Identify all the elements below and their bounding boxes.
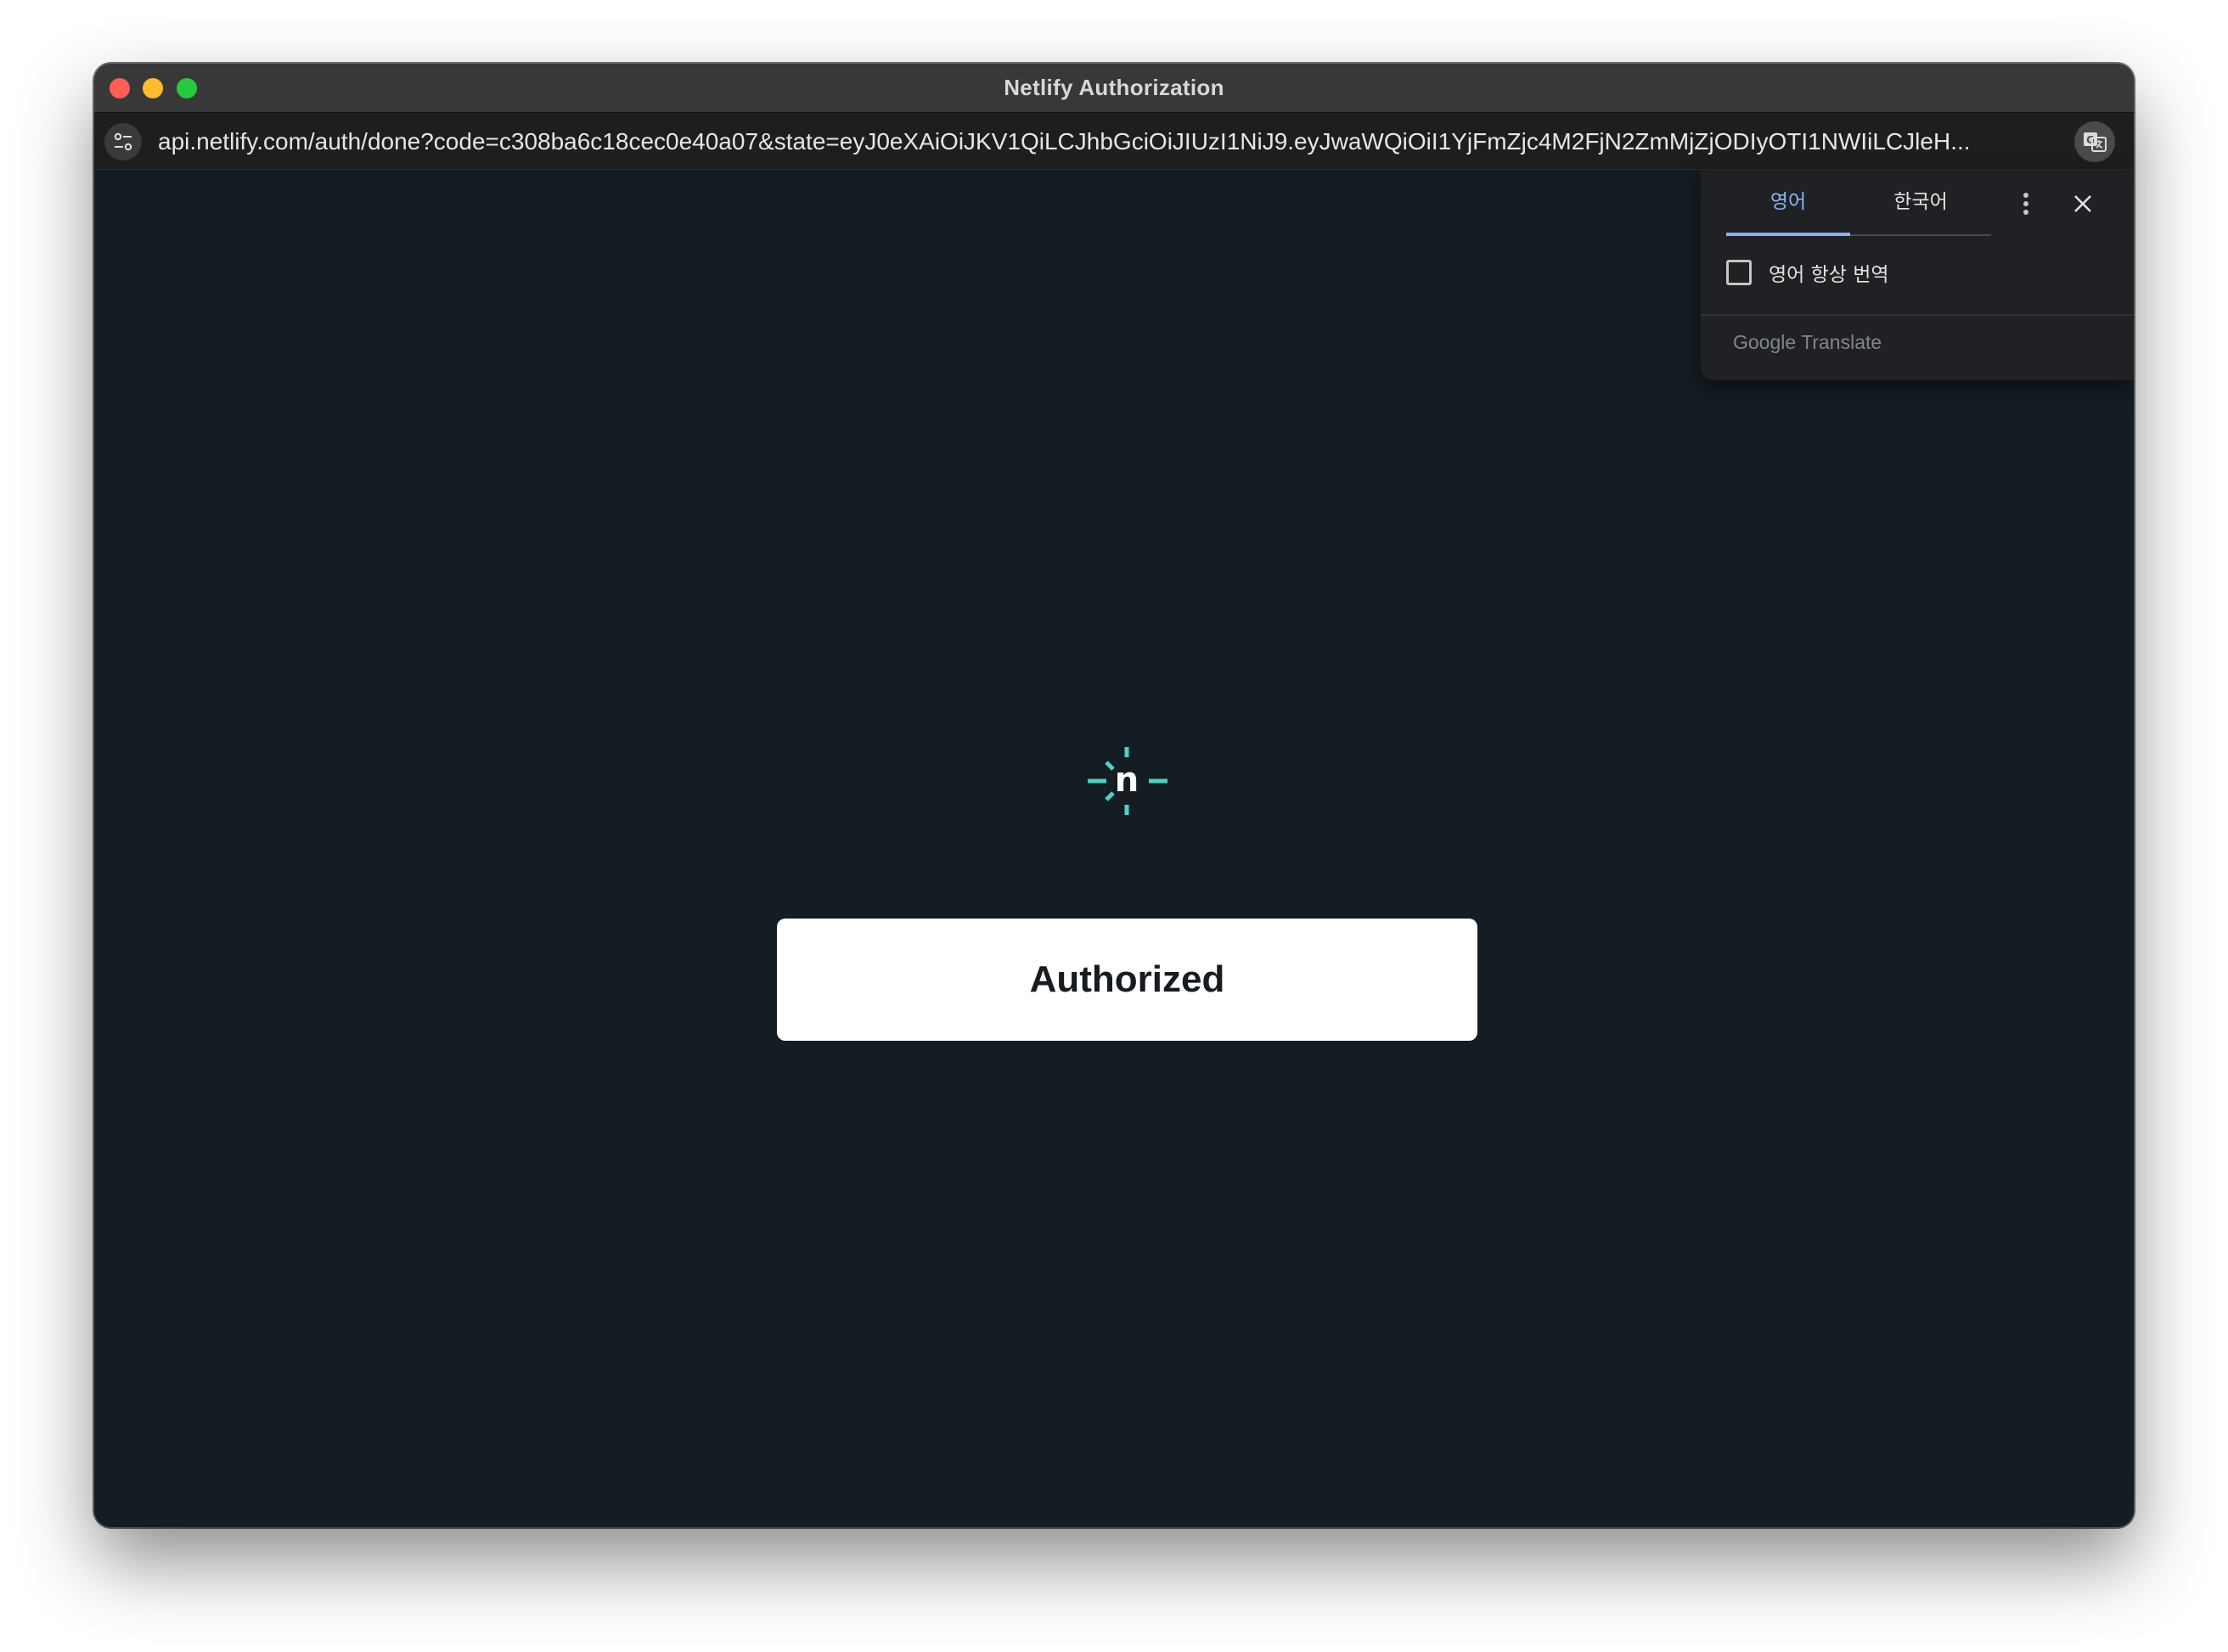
window-close-button[interactable]	[110, 78, 130, 98]
tab-target-language[interactable]: 한국어	[1850, 170, 1991, 236]
translate-popup: 영어 한국어 영어 항상 번역 Google Translate	[1701, 170, 2134, 380]
status-card: Authorized	[777, 919, 1477, 1041]
window-minimize-button[interactable]	[143, 78, 163, 98]
translate-icon[interactable]: G	[2074, 121, 2115, 162]
netlify-logo-icon: n	[1088, 747, 1167, 815]
always-translate-label: 영어 항상 번역	[1769, 264, 1889, 286]
window-maximize-button[interactable]	[177, 78, 197, 98]
title-bar: Netlify Authorization	[94, 64, 2134, 112]
close-icon[interactable]	[2068, 188, 2098, 219]
more-options-icon[interactable]	[2011, 188, 2041, 219]
svg-text:G: G	[2086, 134, 2095, 146]
url-field[interactable]: api.netlify.com/auth/done?code=c308ba6c1…	[158, 113, 1992, 171]
always-translate-checkbox[interactable]	[1726, 260, 1752, 285]
window-title: Netlify Authorization	[1004, 75, 1224, 100]
status-message: Authorized	[1029, 958, 1225, 1000]
site-info-icon[interactable]	[104, 123, 142, 160]
tab-source-language[interactable]: 영어	[1726, 170, 1850, 236]
browser-window: Netlify Authorization api.netlify.com/au…	[94, 64, 2134, 1527]
logo-letter: n	[1115, 761, 1139, 800]
address-bar: api.netlify.com/auth/done?code=c308ba6c1…	[94, 112, 2134, 170]
divider	[1701, 314, 2134, 316]
google-translate-brand: Google Translate	[1733, 331, 1882, 353]
